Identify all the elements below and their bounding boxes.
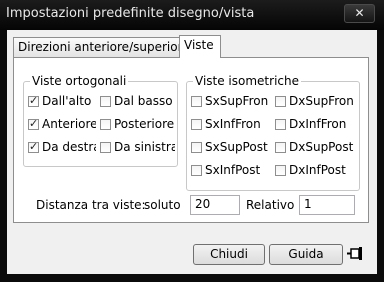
checkbox-label: Dal basso xyxy=(114,94,173,108)
pin-icon xyxy=(347,247,362,260)
close-button-label: Chiudi xyxy=(210,247,248,261)
check-icon: ✓ xyxy=(29,117,39,130)
checkbox-label: Posteriore xyxy=(114,117,175,131)
check-icon: ✓ xyxy=(29,140,39,153)
checkbox-box[interactable]: ✓ xyxy=(28,94,39,107)
tab-viste[interactable]: Viste xyxy=(179,35,221,58)
check-icon: ✓ xyxy=(29,94,39,107)
checkbox-dxsuppost[interactable]: DxSupPost xyxy=(275,140,353,154)
help-button[interactable]: Guida xyxy=(269,244,343,265)
dialog-body: Direzioni anteriore/superiore Viste Vist… xyxy=(7,30,377,274)
checkbox-box[interactable] xyxy=(191,119,202,130)
checkbox-box[interactable] xyxy=(275,119,286,130)
iso-views-title: Viste isometriche xyxy=(193,74,301,88)
checkbox-box[interactable] xyxy=(275,142,286,153)
help-button-label: Guida xyxy=(288,247,324,261)
relative-distance-input[interactable]: 1 xyxy=(299,195,355,215)
checkbox-da-sinistra[interactable]: Da sinistra xyxy=(100,140,175,154)
title-bar[interactable]: Impostazioni predefinite disegno/vista ✕ xyxy=(0,0,384,30)
checkbox-box[interactable] xyxy=(100,96,111,107)
close-window-button[interactable]: ✕ xyxy=(344,4,375,23)
checkbox-box[interactable] xyxy=(100,142,111,153)
dialog-window: Impostazioni predefinite disegno/vista ✕… xyxy=(0,0,384,282)
checkbox-label: Da sinistra xyxy=(114,140,175,154)
checkbox-box[interactable] xyxy=(191,96,202,107)
checkbox-label: SxSupPost xyxy=(205,140,268,154)
tab-viste-label: Viste xyxy=(184,38,214,52)
distance-label: Distanza tra viste: xyxy=(36,198,146,212)
iso-views-group: Viste isometriche SxSupFron DxSupFron Sx… xyxy=(186,74,360,191)
checkbox-label: SxInfFron xyxy=(205,117,261,131)
checkbox-dxsupfron[interactable]: DxSupFron xyxy=(275,94,354,108)
checkbox-box[interactable] xyxy=(100,119,111,130)
checkbox-sxsuppost[interactable]: SxSupPost xyxy=(191,140,268,154)
window-title: Impostazioni predefinite disegno/vista xyxy=(6,6,255,21)
checkbox-dxinfpost[interactable]: DxInfPost xyxy=(275,163,346,177)
absolute-distance-input[interactable]: 20 xyxy=(190,195,240,215)
pin-button[interactable] xyxy=(346,245,366,263)
checkbox-box[interactable] xyxy=(275,165,286,176)
checkbox-label: Anteriore xyxy=(42,117,96,131)
close-button[interactable]: Chiudi xyxy=(193,244,265,265)
checkbox-label: DxInfPost xyxy=(289,163,346,177)
checkbox-box[interactable] xyxy=(275,96,286,107)
checkbox-sxinffron[interactable]: SxInfFron xyxy=(191,117,261,131)
checkbox-box[interactable]: ✓ xyxy=(28,140,39,153)
checkbox-posteriore[interactable]: Posteriore xyxy=(100,117,175,131)
ortho-views-title: Viste ortogonali xyxy=(30,74,129,88)
checkbox-label: Da destra xyxy=(42,140,96,154)
checkbox-sxinfpost[interactable]: SxInfPost xyxy=(191,163,260,177)
checkbox-label: Dall'alto xyxy=(42,94,92,108)
tab-panel-viste: Viste ortogonali ✓ Dall'alto Dal basso ✓ A… xyxy=(13,57,369,223)
checkbox-box[interactable]: ✓ xyxy=(28,117,39,130)
checkbox-label: DxSupPost xyxy=(289,140,354,154)
relative-label: Relativo xyxy=(246,198,295,212)
tab-direzioni-label: Direzioni anteriore/superiore xyxy=(18,40,190,54)
relative-distance-value: 1 xyxy=(304,197,312,211)
checkbox-dxinffron[interactable]: DxInfFron xyxy=(275,117,346,131)
absolute-label: soluto xyxy=(144,198,181,212)
checkbox-sxsupfron[interactable]: SxSupFron xyxy=(191,94,268,108)
checkbox-da-destra[interactable]: ✓ Da destra xyxy=(28,140,96,154)
checkbox-label: SxSupFron xyxy=(205,94,269,108)
ortho-views-group: Viste ortogonali ✓ Dall'alto Dal basso ✓ A… xyxy=(23,74,178,167)
checkbox-label: DxSupFron xyxy=(289,94,354,108)
tab-direzioni[interactable]: Direzioni anteriore/superiore xyxy=(13,37,195,57)
absolute-distance-value: 20 xyxy=(195,197,211,211)
checkbox-anteriore[interactable]: ✓ Anteriore xyxy=(28,117,96,131)
close-icon: ✕ xyxy=(354,6,365,20)
checkbox-box[interactable] xyxy=(191,142,202,153)
checkbox-box[interactable] xyxy=(191,165,202,176)
checkbox-label: SxInfPost xyxy=(205,163,261,177)
checkbox-dal-basso[interactable]: Dal basso xyxy=(100,94,176,108)
checkbox-dall-alto[interactable]: ✓ Dall'alto xyxy=(28,94,103,108)
checkbox-label: DxInfFron xyxy=(289,117,347,131)
